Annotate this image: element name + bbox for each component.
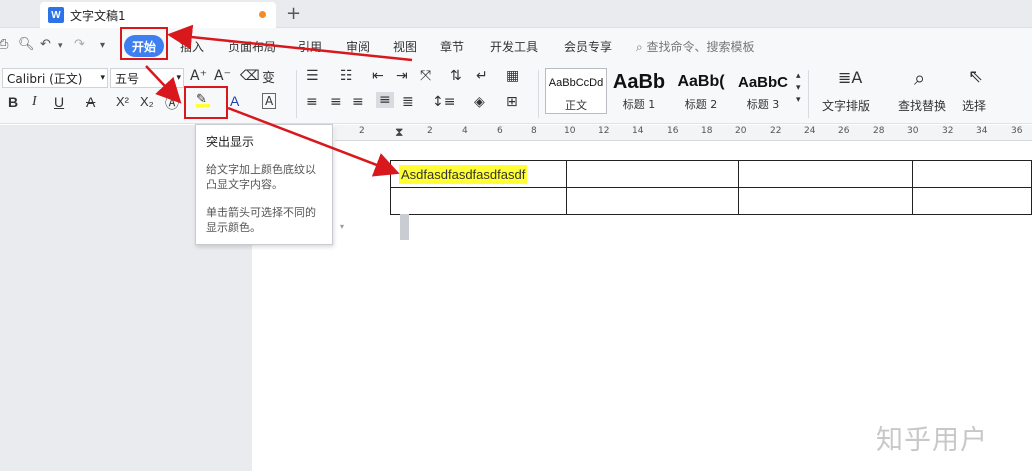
watermark: 知乎用户: [876, 425, 988, 456]
annotation-arrows: [145, 24, 413, 177]
arrow-to-start: [167, 24, 413, 62]
arrow-to-text: [227, 106, 400, 177]
arrow-to-highlight: [145, 65, 182, 104]
